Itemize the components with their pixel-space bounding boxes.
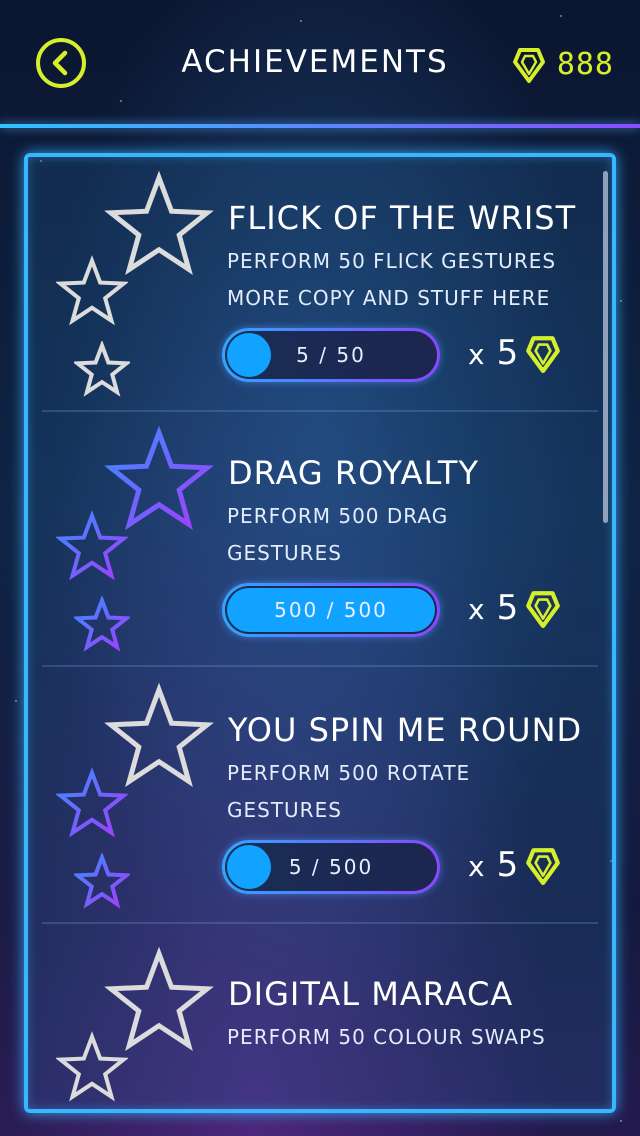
progress-bar: 500 / 500 (222, 583, 440, 637)
progress-bar: 5 / 500 (222, 840, 440, 894)
achievement-title: YOU SPIN ME ROUND (228, 711, 583, 749)
achievement-description: PERFORM 500 ROTATE GESTURES (227, 755, 607, 829)
gem-counter: 888 (511, 44, 614, 84)
item-divider (42, 665, 598, 667)
achievement-stars (28, 412, 228, 667)
achievement-item: FLICK OF THE WRIST PERFORM 50 FLICK GEST… (28, 157, 612, 412)
reward-x: x (468, 850, 485, 883)
description-line: GESTURES (227, 798, 342, 822)
achievement-stars (28, 669, 228, 924)
progress-text: 5 / 500 (288, 855, 374, 879)
description-line: MORE COPY AND STUFF HERE (227, 286, 551, 310)
description-line: PERFORM 500 DRAG (227, 504, 449, 528)
achievement-description: PERFORM 500 DRAG GESTURES (227, 498, 607, 572)
achievement-stars (28, 933, 228, 1109)
description-line: PERFORM 500 ROTATE (227, 761, 471, 785)
reward-multiplier: x5 (468, 845, 518, 885)
reward-amount: 5 (496, 333, 519, 373)
star-icon (56, 1031, 128, 1103)
achievement-title: DIGITAL MARACA (228, 975, 514, 1013)
gem-count: 888 (556, 46, 614, 82)
description-line: GESTURES (227, 541, 342, 565)
progress-text: 5 / 50 (296, 343, 366, 367)
header-bar: ACHIEVEMENTS 888 (0, 0, 640, 126)
header-divider (0, 124, 640, 128)
gem-icon (526, 591, 561, 629)
gem-icon (526, 336, 561, 374)
gem-icon (526, 848, 561, 886)
reward-x: x (468, 338, 485, 371)
achievement-title: FLICK OF THE WRIST (228, 199, 577, 237)
achievement-title: DRAG ROYALTY (228, 454, 480, 492)
achievements-list[interactable]: FLICK OF THE WRIST PERFORM 50 FLICK GEST… (24, 153, 616, 1113)
reward-multiplier: x5 (468, 333, 518, 373)
reward-amount: 5 (496, 588, 519, 628)
achievement-item: DRAG ROYALTY PERFORM 500 DRAG GESTURES 5… (28, 412, 612, 667)
achievement-description: PERFORM 50 COLOUR SWAPS (227, 1019, 607, 1056)
achievement-item: DIGITAL MARACA PERFORM 50 COLOUR SWAPS (28, 933, 612, 1109)
star-icon (56, 510, 128, 582)
reward-amount: 5 (496, 845, 519, 885)
reward-multiplier: x5 (468, 588, 518, 628)
reward-x: x (468, 593, 485, 626)
progress-bar: 5 / 50 (222, 328, 440, 382)
achievement-description: PERFORM 50 FLICK GESTURES MORE COPY AND … (227, 243, 607, 317)
item-divider (42, 922, 598, 924)
achievement-item: YOU SPIN ME ROUND PERFORM 500 ROTATE GES… (28, 669, 612, 924)
description-line: PERFORM 50 COLOUR SWAPS (227, 1025, 546, 1049)
gem-icon (512, 48, 545, 83)
star-icon (74, 853, 130, 909)
reward: x5 (468, 331, 562, 375)
description-line: PERFORM 50 FLICK GESTURES (227, 249, 557, 273)
reward: x5 (468, 586, 562, 630)
star-icon (74, 341, 130, 397)
star-icon (56, 767, 128, 839)
star-icon (74, 596, 130, 652)
star-icon (56, 255, 128, 327)
progress-text: 500 / 500 (274, 598, 388, 622)
reward: x5 (468, 843, 562, 887)
achievement-stars (28, 157, 228, 412)
